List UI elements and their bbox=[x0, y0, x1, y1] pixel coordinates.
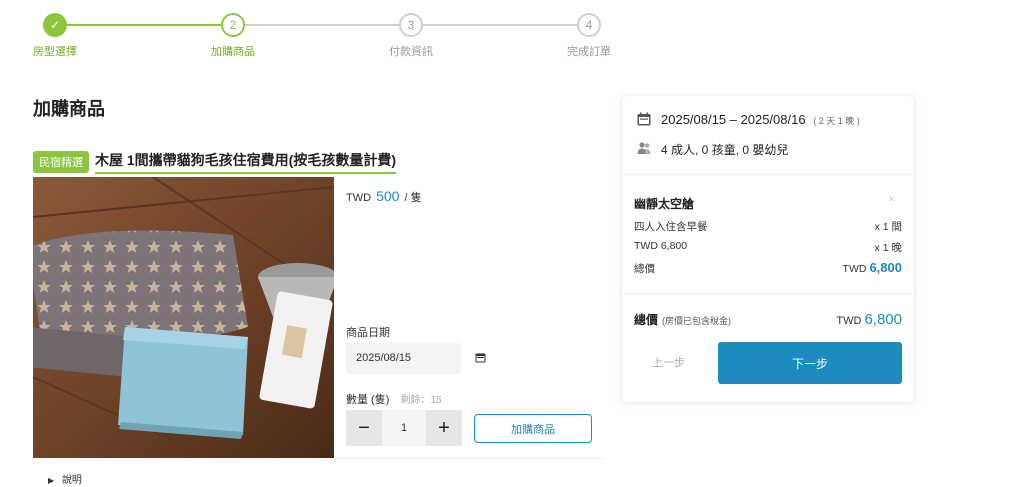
unit-price: TWD 500 / 隻 bbox=[346, 188, 422, 205]
caret-right-icon: ▶ bbox=[48, 476, 55, 485]
next-step-button[interactable]: 下一步 bbox=[718, 342, 902, 384]
stay-nights: ( 2 天 1 晚 ) bbox=[813, 116, 860, 126]
step-connector-3 bbox=[423, 24, 577, 26]
step-connector-1 bbox=[67, 24, 221, 26]
rate-row: TWD 6,800 x 1 晚 bbox=[634, 240, 902, 255]
decrease-button[interactable]: − bbox=[346, 410, 382, 446]
price-unit: / 隻 bbox=[404, 192, 422, 204]
step-1-label[interactable]: 房型選擇 bbox=[15, 43, 95, 59]
increase-button[interactable]: + bbox=[426, 410, 462, 446]
step-connector-2 bbox=[245, 24, 399, 26]
rate-nights: x 1 晚 bbox=[874, 242, 902, 254]
divider bbox=[622, 293, 914, 294]
subtotal-value: 6,800 bbox=[869, 260, 902, 275]
room-name: 幽靜太空艙 bbox=[634, 197, 695, 211]
price-currency: TWD bbox=[346, 192, 372, 204]
plan-name: 四人入住含早餐 bbox=[634, 221, 708, 233]
step-4-label: 完成訂單 bbox=[567, 46, 611, 58]
total-row: 總價 (房價已包含稅金) TWD 6,800 bbox=[634, 311, 902, 328]
total-amount: TWD 6,800 bbox=[836, 311, 902, 328]
remaining-stock: 剩餘：15 bbox=[400, 395, 442, 406]
add-product-button[interactable]: 加購商品 bbox=[474, 414, 592, 443]
guests-icon bbox=[637, 142, 651, 154]
step-1-check-icon[interactable]: ✓ bbox=[43, 13, 67, 37]
description-label: 說明 bbox=[61, 475, 82, 486]
step-3-label: 付款資訊 bbox=[389, 46, 433, 58]
divider bbox=[622, 174, 914, 175]
stay-dates: 2025/08/15 – 2025/08/16 ( 2 天 1 晚 ) bbox=[661, 112, 860, 127]
subtotal-row: 總價 TWD 6,800 bbox=[634, 260, 902, 276]
date-label: 商品日期 bbox=[346, 327, 390, 339]
remove-room-icon[interactable]: × bbox=[888, 192, 895, 206]
quantity-label-text: 數量 (隻) bbox=[346, 394, 390, 406]
date-field[interactable]: 2025/08/15 bbox=[346, 343, 461, 374]
page-title: 加購商品 bbox=[33, 99, 105, 119]
divider bbox=[334, 458, 604, 459]
step-4-circle: 4 bbox=[577, 13, 601, 37]
subtotal-currency: TWD bbox=[842, 263, 867, 275]
plan-quantity: x 1 間 bbox=[874, 221, 902, 233]
tax-note: (房價已包含稅金) bbox=[662, 316, 732, 326]
calendar-icon[interactable] bbox=[475, 352, 486, 363]
quantity-value[interactable]: 1 bbox=[382, 422, 426, 434]
step-2-label: 加購商品 bbox=[211, 46, 255, 58]
step-2-circle: 2 bbox=[221, 13, 245, 37]
plan-row: 四人入住含早餐 x 1 間 bbox=[634, 219, 902, 234]
total-label-text: 總價 bbox=[634, 313, 659, 327]
description-toggle[interactable]: ▶ 說明 bbox=[48, 471, 82, 486]
stay-date-range: 2025/08/15 – 2025/08/16 bbox=[661, 112, 806, 127]
total-value: 6,800 bbox=[864, 311, 902, 328]
progress-stepper: ✓ 2 3 4 房型選擇 加購商品 付款資訊 完成訂單 bbox=[0, 0, 1024, 64]
previous-step-button[interactable]: 上一步 bbox=[652, 354, 685, 370]
subtotal-amount: TWD 6,800 bbox=[843, 260, 902, 275]
subtotal-label: 總價 bbox=[634, 263, 655, 275]
quantity-label: 數量 (隻) 剩餘：15 bbox=[346, 391, 442, 407]
product-name: 木屋 1間攜帶貓狗毛孩住宿費用(按毛孩數量計費) bbox=[95, 150, 396, 174]
rate-value: TWD 6,800 bbox=[634, 240, 688, 252]
calendar-icon bbox=[637, 112, 651, 126]
guest-count: 4 成人, 0 孩童, 0 嬰幼兒 bbox=[661, 143, 789, 157]
price-value: 500 bbox=[376, 188, 400, 204]
product-header: 民宿精選 木屋 1間攜帶貓狗毛孩住宿費用(按毛孩數量計費) bbox=[33, 150, 396, 174]
product-photo bbox=[33, 177, 334, 458]
total-label: 總價 (房價已包含稅金) bbox=[634, 311, 731, 328]
booking-summary-card: 2025/08/15 – 2025/08/16 ( 2 天 1 晚 ) 4 成人… bbox=[622, 96, 914, 402]
quantity-stepper: − 1 + bbox=[346, 410, 462, 446]
step-3-circle: 3 bbox=[399, 13, 423, 37]
featured-badge: 民宿精選 bbox=[33, 151, 89, 173]
total-currency: TWD bbox=[836, 315, 862, 327]
